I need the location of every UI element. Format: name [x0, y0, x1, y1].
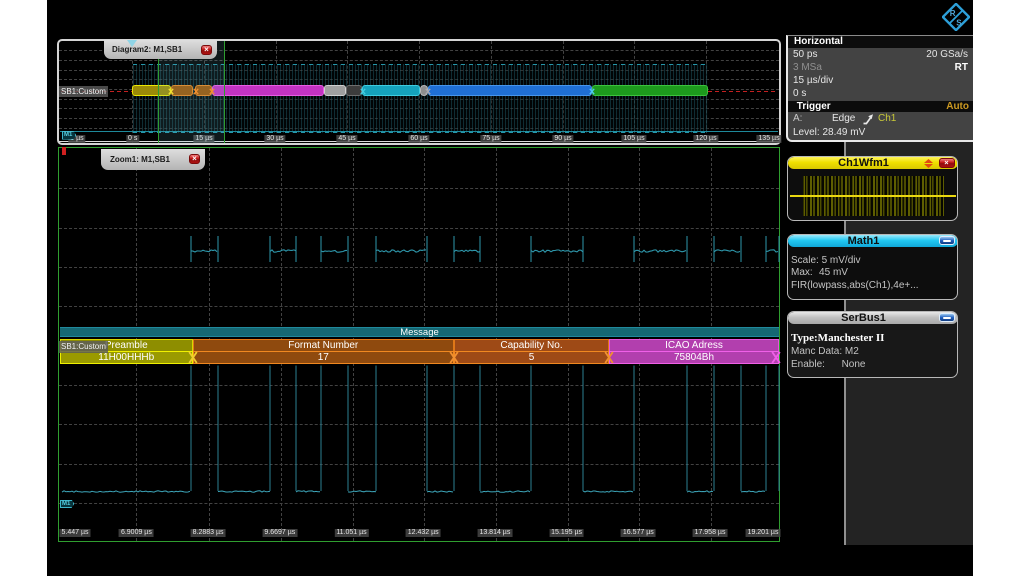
svg-text:S: S	[956, 18, 962, 27]
svg-text:R: R	[950, 9, 956, 18]
